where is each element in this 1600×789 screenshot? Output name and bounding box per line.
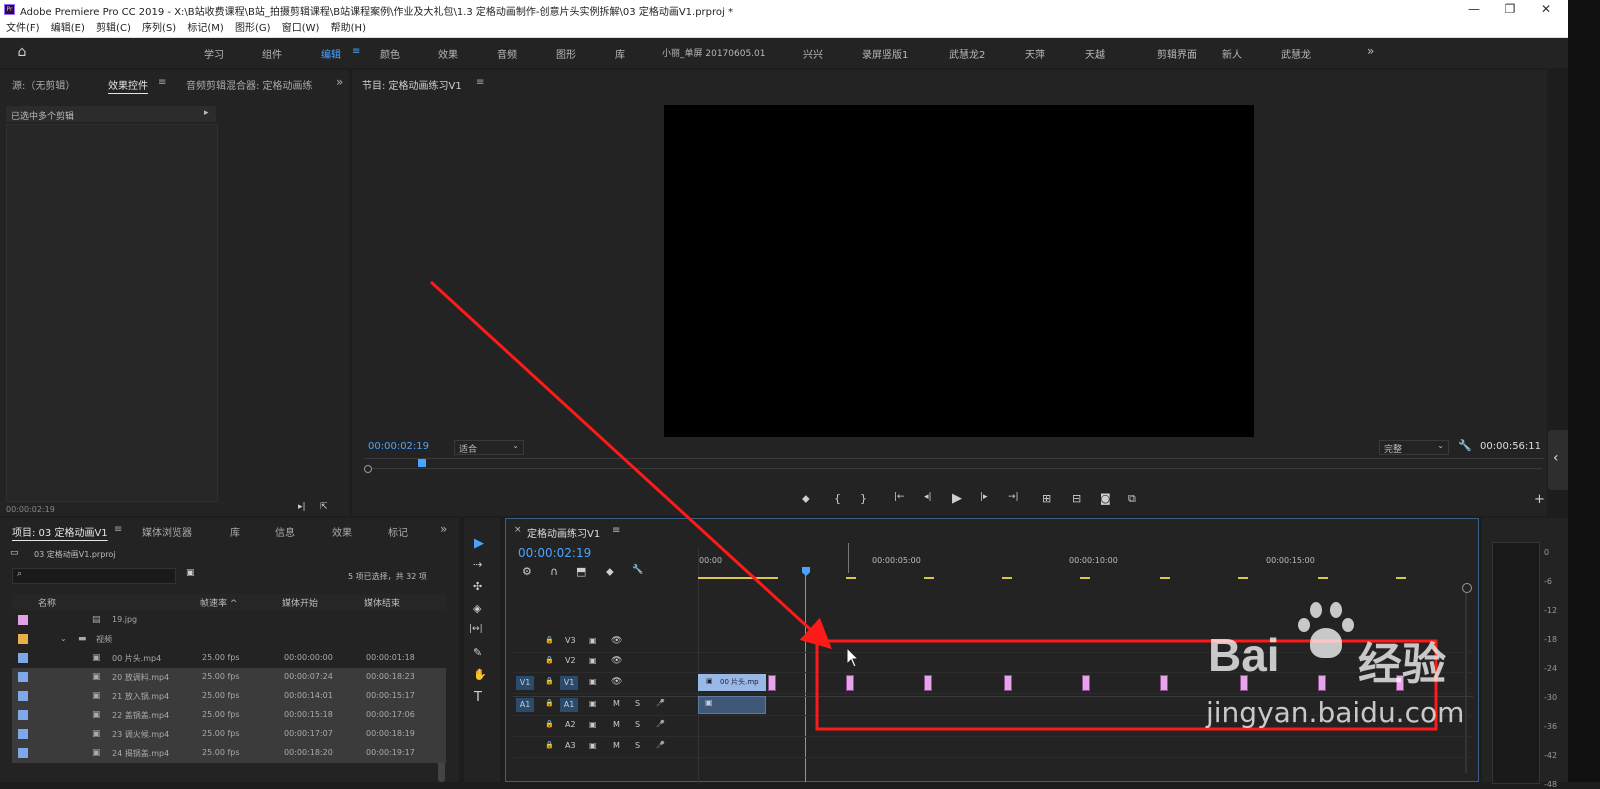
video-clip-icon: ▣	[92, 710, 101, 720]
screen-edge	[1568, 0, 1600, 782]
label-color-swatch[interactable]	[18, 710, 28, 720]
project-list-item[interactable]: ▣ 23 调火候.mp4 25.00 fps 00:00:17:07 00:00:18:…	[12, 725, 446, 744]
clip-frame-rate: 25.00 fps	[202, 653, 240, 662]
clip-media-end: 00:00:18:23	[366, 672, 415, 681]
project-list-item[interactable]: ▤ 19.jpg	[12, 611, 446, 630]
clip-media-start: 00:00:14:01	[284, 691, 333, 700]
video-clip-icon: ▣	[92, 672, 101, 682]
label-color-swatch[interactable]	[18, 615, 28, 625]
clip-name: 视频	[96, 635, 112, 644]
label-color-swatch[interactable]	[18, 748, 28, 758]
clip-media-start: 00:00:07:24	[284, 672, 333, 681]
clip-media-start: 00:00:00:00	[284, 653, 333, 662]
project-list-item[interactable]: ▣ 22 盖锅盖.mp4 25.00 fps 00:00:15:18 00:00:17:…	[12, 706, 446, 725]
clip-media-end: 00:00:18:19	[366, 729, 415, 738]
clip-media-end: 00:00:01:18	[366, 653, 415, 662]
clip-frame-rate: 25.00 fps	[202, 748, 240, 757]
clip-media-start: 00:00:18:20	[284, 748, 333, 757]
clip-name: 21 放入锅.mp4	[112, 692, 170, 701]
video-clip-icon: ▣	[92, 729, 101, 739]
baidu-watermark-text: 经验	[1358, 639, 1446, 690]
clip-frame-rate: 25.00 fps	[202, 729, 240, 738]
project-list-item[interactable]: ▣ 00 片头.mp4 25.00 fps 00:00:00:00 00:00:01:1…	[12, 649, 446, 668]
annotation-arrow	[429, 280, 832, 650]
clip-media-end: 00:00:17:06	[366, 710, 415, 719]
project-list-item[interactable]: ▣ 24 揭锅盖.mp4 25.00 fps 00:00:18:20 00:00:19:…	[12, 744, 446, 763]
clip-name: 23 调火候.mp4	[112, 730, 170, 739]
label-color-swatch[interactable]	[18, 729, 28, 739]
clip-frame-rate: 25.00 fps	[202, 672, 240, 681]
baidu-paw-icon	[1298, 600, 1358, 660]
clip-media-end: 00:00:19:17	[366, 748, 415, 757]
baidu-watermark-brand: Bai	[1208, 629, 1280, 681]
chevron-down-icon[interactable]: ⌄	[60, 634, 67, 643]
clip-media-end: 00:00:15:17	[366, 691, 415, 700]
clip-frame-rate: 25.00 fps	[202, 710, 240, 719]
clip-name: 22 盖锅盖.mp4	[112, 711, 170, 720]
project-list-item[interactable]: ▣ 21 放入锅.mp4 25.00 fps 00:00:14:01 00:00:15:…	[12, 687, 446, 706]
clip-name: 20 放调料.mp4	[112, 673, 170, 682]
mouse-cursor-icon	[846, 646, 860, 668]
clip-frame-rate: 25.00 fps	[202, 691, 240, 700]
baidu-watermark: Bai 经验 jingyan.baidu.com	[1200, 600, 1560, 750]
clip-media-start: 00:00:15:18	[284, 710, 333, 719]
folder-icon: ▬	[78, 634, 87, 644]
video-clip-icon: ▣	[92, 653, 101, 663]
clip-name: 24 揭锅盖.mp4	[112, 749, 170, 758]
project-list-item[interactable]: ▬ ⌄ 视频	[12, 630, 446, 649]
label-color-swatch[interactable]	[18, 653, 28, 663]
clip-media-start: 00:00:17:07	[284, 729, 333, 738]
label-color-swatch[interactable]	[18, 672, 28, 682]
video-clip-icon: ▣	[92, 748, 101, 758]
label-color-swatch[interactable]	[18, 634, 28, 644]
clip-name: 00 片头.mp4	[112, 654, 162, 663]
project-list-item[interactable]: ▣ 20 放调料.mp4 25.00 fps 00:00:07:24 00:00:18:…	[12, 668, 446, 687]
clip-name: 19.jpg	[112, 615, 138, 624]
baidu-watermark-url: jingyan.baidu.com	[1206, 696, 1465, 729]
video-clip-icon: ▣	[92, 691, 101, 701]
image-file-icon: ▤	[92, 615, 101, 625]
label-color-swatch[interactable]	[18, 691, 28, 701]
